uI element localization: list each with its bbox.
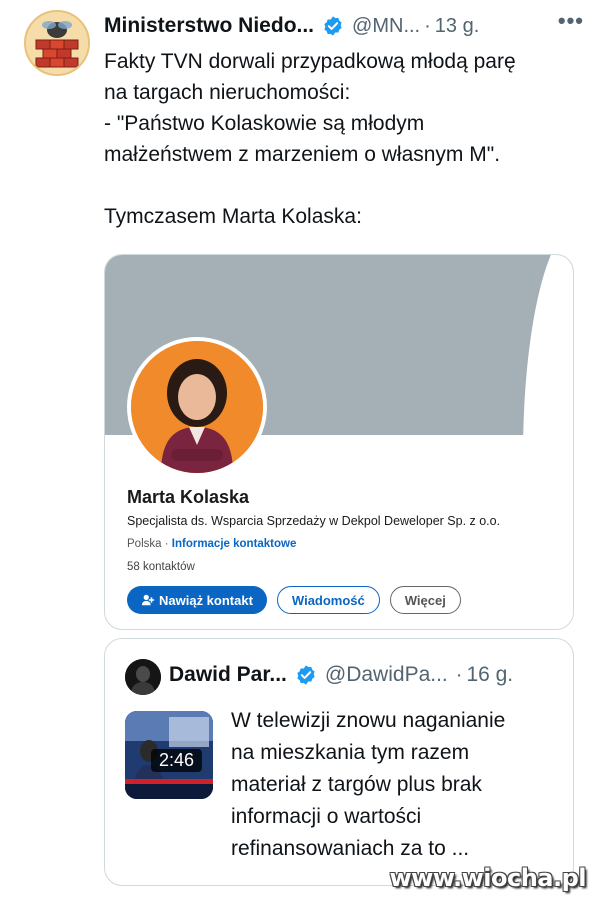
- tweet-text: Fakty TVN dorwali przypadkową młodą parę…: [104, 46, 584, 232]
- tweet-line: Fakty TVN dorwali przypadkową młodą parę: [104, 50, 516, 73]
- profile-photo: [127, 337, 267, 477]
- more-options-icon[interactable]: •••: [558, 8, 584, 34]
- quoted-line: refinansowaniach za to ...: [231, 837, 470, 860]
- tweet-header: Ministerstwo Niedo... @MN... · 13 g.: [104, 12, 588, 40]
- quoted-line: W telewizji znowu naganianie: [231, 709, 506, 732]
- tweet-line: na targach nieruchomości:: [104, 81, 351, 104]
- location-separator: ·: [161, 538, 172, 550]
- quoted-line: materiał z targów plus brak: [231, 773, 482, 796]
- tweet-line: - "Państwo Kolaskowie są młodym: [104, 112, 425, 135]
- profile-actions: Nawiąż kontakt Wiadomość Więcej: [127, 586, 461, 614]
- location-text: Polska: [127, 538, 162, 550]
- quoted-header: Dawid Par... @DawidPa... · 16 g.: [169, 663, 513, 687]
- tweet-line: Tymczasem Marta Kolaska:: [104, 205, 362, 228]
- add-person-icon: [141, 594, 155, 606]
- tweet-line: małżeństwem z marzeniem o własnym M".: [104, 143, 501, 166]
- author-avatar[interactable]: [24, 10, 90, 76]
- message-button[interactable]: Wiadomość: [276, 586, 380, 614]
- connect-label: Nawiąż kontakt: [159, 592, 253, 608]
- site-watermark: www.wiocha.pl: [389, 864, 586, 892]
- quoted-author-name[interactable]: Dawid Par...: [169, 663, 287, 687]
- separator-dot: ·: [455, 663, 463, 686]
- quoted-time[interactable]: 16 g.: [466, 663, 513, 687]
- quoted-line: na mieszkania tym razem: [231, 741, 470, 764]
- more-button[interactable]: Więcej: [389, 586, 461, 614]
- verified-badge-icon: [324, 16, 342, 36]
- tweet: Ministerstwo Niedo... @MN... · 13 g. •••…: [0, 0, 600, 900]
- tweet-time[interactable]: 13 g.: [435, 15, 479, 38]
- separator-dot: ·: [424, 14, 431, 37]
- contact-info-link[interactable]: Informacje kontaktowe: [172, 538, 297, 550]
- verified-badge-icon: [297, 665, 315, 685]
- author-name[interactable]: Ministerstwo Niedo...: [104, 14, 314, 38]
- quoted-text: W telewizji znowu naganianie na mieszkan…: [231, 705, 561, 865]
- connect-button[interactable]: Nawiąż kontakt: [127, 586, 267, 614]
- quoted-tweet[interactable]: Dawid Par... @DawidPa... · 16 g. 2:46 W …: [104, 638, 574, 886]
- linkedin-profile-image[interactable]: Marta Kolaska Specjalista ds. Wsparcia S…: [104, 254, 574, 630]
- video-thumbnail[interactable]: 2:46: [125, 711, 213, 799]
- profile-headline: Specjalista ds. Wsparcia Sprzedaży w Dek…: [127, 514, 501, 528]
- connections-count: 58 kontaktów: [127, 561, 195, 573]
- author-handle[interactable]: @MN...: [352, 15, 420, 38]
- quoted-line: informacji o wartości: [231, 805, 422, 828]
- profile-location: Polska · Informacje kontaktowe: [127, 538, 296, 550]
- quoted-author-avatar[interactable]: [125, 659, 161, 695]
- quoted-author-handle[interactable]: @DawidPa...: [325, 663, 448, 687]
- profile-name: Marta Kolaska: [127, 487, 250, 507]
- video-duration: 2:46: [151, 749, 203, 772]
